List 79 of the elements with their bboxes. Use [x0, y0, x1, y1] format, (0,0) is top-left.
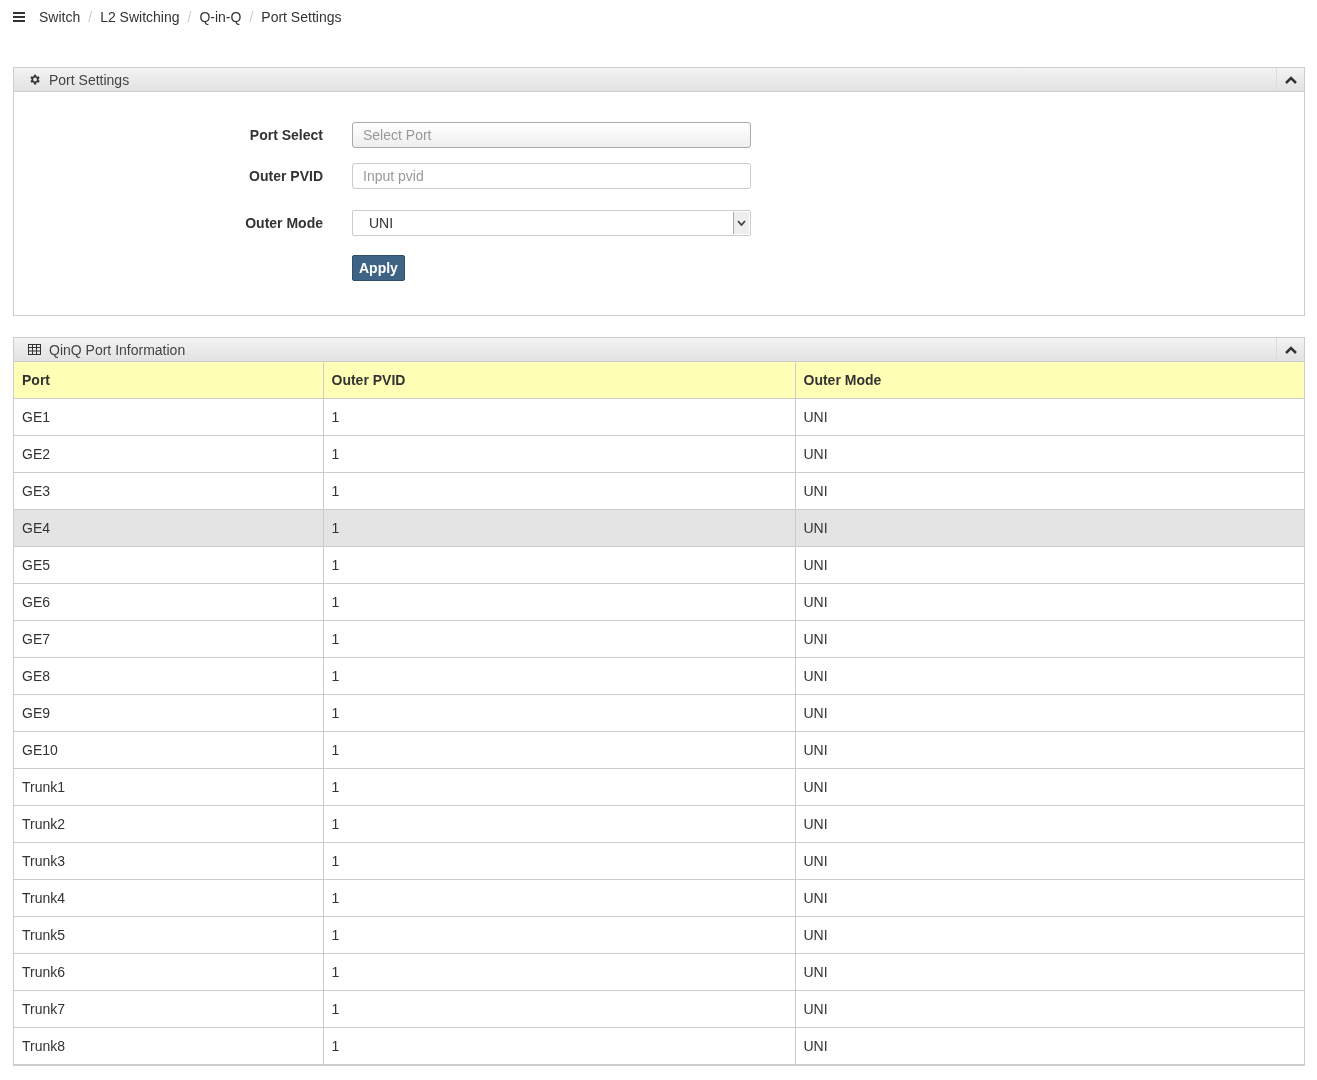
menu-icon[interactable]	[13, 12, 25, 22]
field-label: Outer Mode	[244, 215, 323, 231]
table-cell: 1	[323, 768, 795, 806]
input-field[interactable]: Input pvid	[352, 163, 751, 189]
table-cell: GE1	[14, 398, 323, 436]
column-header: Port	[14, 362, 323, 399]
table-cell: UNI	[795, 879, 1304, 917]
table-cell: UNI	[795, 583, 1304, 621]
table-icon	[28, 344, 41, 355]
table-cell: Trunk6	[14, 953, 323, 991]
breadcrumb-link[interactable]: Port Settings	[261, 9, 342, 25]
table-cell: GE7	[14, 620, 323, 658]
table-cell: 1	[323, 805, 795, 843]
column-header: Outer Mode	[795, 362, 1304, 399]
table-cell: Trunk7	[14, 990, 323, 1028]
table-cell: UNI	[795, 805, 1304, 843]
table-cell: UNI	[795, 731, 1304, 769]
table-cell: 1	[323, 509, 795, 547]
breadcrumb-separator: /	[187, 9, 192, 25]
table-cell: UNI	[795, 916, 1304, 954]
table-cell: Trunk5	[14, 916, 323, 954]
table-cell: GE9	[14, 694, 323, 732]
table-cell: UNI	[795, 398, 1304, 436]
table-cell: 1	[323, 916, 795, 954]
table-cell: UNI	[795, 953, 1304, 991]
table-cell: 1	[323, 842, 795, 880]
table-cell: UNI	[795, 694, 1304, 732]
table-cell: Trunk8	[14, 1027, 323, 1065]
table-cell: 1	[323, 953, 795, 991]
column-header: Outer PVID	[323, 362, 795, 399]
table-cell: UNI	[795, 435, 1304, 473]
table-cell: GE3	[14, 472, 323, 510]
table-cell: UNI	[795, 657, 1304, 695]
breadcrumb-separator: /	[88, 9, 93, 25]
table-cell: 1	[323, 583, 795, 621]
dropdown[interactable]: UNI	[352, 210, 751, 236]
breadcrumb-link[interactable]: L2 Switching	[100, 9, 180, 25]
collapse-icon	[1284, 345, 1297, 354]
table-cell: UNI	[795, 509, 1304, 547]
table-cell: GE4	[14, 509, 323, 547]
table-cell: 1	[323, 398, 795, 436]
table-cell: 1	[323, 546, 795, 584]
table-cell: 1	[323, 694, 795, 732]
table-cell: 1	[323, 657, 795, 695]
table-cell: 1	[323, 472, 795, 510]
table-cell: Trunk3	[14, 842, 323, 880]
table-cell: 1	[323, 1027, 795, 1065]
panel-title: Port Settings	[49, 71, 130, 88]
table-cell: 1	[323, 990, 795, 1028]
table-cell: UNI	[795, 842, 1304, 880]
gear-icon	[28, 73, 41, 86]
table-cell: UNI	[795, 990, 1304, 1028]
collapse-icon	[1284, 75, 1297, 84]
field-label: Outer PVID	[248, 168, 323, 184]
apply-button[interactable]: Apply	[352, 255, 405, 281]
table-cell: GE6	[14, 583, 323, 621]
breadcrumb-link[interactable]: Switch	[39, 9, 81, 25]
panel-title: QinQ Port Information	[49, 341, 186, 358]
caret-icon	[737, 220, 746, 226]
table-cell: 1	[323, 620, 795, 658]
table-cell: GE10	[14, 731, 323, 769]
table-cell: UNI	[795, 1027, 1304, 1065]
table-cell: UNI	[795, 546, 1304, 584]
table-cell: GE8	[14, 657, 323, 695]
breadcrumb-separator: /	[249, 9, 254, 25]
port-select-field[interactable]: Select Port	[352, 122, 751, 148]
table-cell: 1	[323, 879, 795, 917]
table-cell: UNI	[795, 768, 1304, 806]
table-cell: GE2	[14, 435, 323, 473]
breadcrumb-link[interactable]: Q-in-Q	[199, 9, 242, 25]
table-cell: Trunk4	[14, 879, 323, 917]
table-cell: GE5	[14, 546, 323, 584]
table-cell: UNI	[795, 620, 1304, 658]
table-cell: UNI	[795, 472, 1304, 510]
table-cell: Trunk2	[14, 805, 323, 843]
table-cell: Trunk1	[14, 768, 323, 806]
table-cell: 1	[323, 435, 795, 473]
table-cell: 1	[323, 731, 795, 769]
field-label: Port Select	[248, 127, 323, 143]
